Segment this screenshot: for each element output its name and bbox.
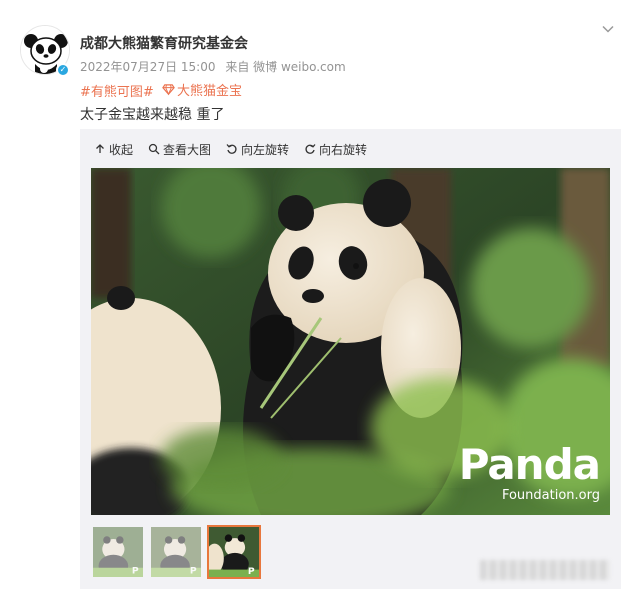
svg-text:P: P xyxy=(190,565,197,576)
arrow-up-icon xyxy=(96,144,104,153)
post-meta: 2022年07月27日 15:00 来自 微博 weibo.com xyxy=(80,58,346,75)
view-large-button[interactable]: 查看大图 xyxy=(148,141,211,158)
media-panel: 收起 查看大图 向左旋转 向右旋转 Panda Foundation.org P… xyxy=(80,129,621,589)
thumbnail[interactable]: P xyxy=(149,525,203,579)
rotate-left-icon xyxy=(226,144,237,154)
svg-text:P: P xyxy=(248,566,255,577)
username[interactable]: 成都大熊猫繁育研究基金会 xyxy=(80,33,248,53)
rotate-left-label: 向左旋转 xyxy=(241,142,290,157)
search-icon xyxy=(148,143,160,155)
view-large-label: 查看大图 xyxy=(163,142,212,157)
svg-text:P: P xyxy=(132,565,139,576)
thumbnail-strip: P P P xyxy=(91,525,265,581)
thumbnail[interactable]: P xyxy=(91,525,145,579)
thumbnail-active[interactable]: P xyxy=(207,525,261,579)
watermark-title: Panda xyxy=(458,440,601,489)
rotate-right-label: 向右旋转 xyxy=(319,142,368,157)
rotate-right-icon xyxy=(305,144,316,154)
source: 来自 微博 weibo.com xyxy=(225,60,346,74)
rotate-left-button[interactable]: 向左旋转 xyxy=(226,141,289,158)
main-photo[interactable]: Panda Foundation.org xyxy=(91,168,610,515)
collapse-button[interactable]: 收起 xyxy=(94,141,133,158)
watermark-subtitle: Foundation.org xyxy=(501,488,600,503)
super-topic-label: 大熊猫金宝 xyxy=(176,84,242,99)
super-topic-tag[interactable]: 大熊猫金宝 xyxy=(162,80,242,99)
panda-foundation-watermark: Panda Foundation.org xyxy=(458,440,601,504)
weibo-post: ✓ 成都大熊猫繁育研究基金会 2022年07月27日 15:00 来自 微博 w… xyxy=(0,0,623,596)
diamond-icon xyxy=(162,84,175,96)
chevron-down-icon[interactable] xyxy=(601,22,615,36)
post-text: 太子金宝越来越稳 重了 xyxy=(80,107,225,123)
blurred-watermark xyxy=(480,560,610,580)
verified-badge-icon: ✓ xyxy=(56,63,70,77)
topic-tag[interactable]: #有熊可图# xyxy=(80,85,154,100)
post-tags: #有熊可图# 大熊猫金宝 xyxy=(80,80,242,100)
image-toolbar: 收起 查看大图 向左旋转 向右旋转 xyxy=(80,129,621,169)
timestamp[interactable]: 2022年07月27日 15:00 xyxy=(80,60,215,74)
rotate-right-button[interactable]: 向右旋转 xyxy=(304,141,367,158)
collapse-label: 收起 xyxy=(109,142,134,157)
